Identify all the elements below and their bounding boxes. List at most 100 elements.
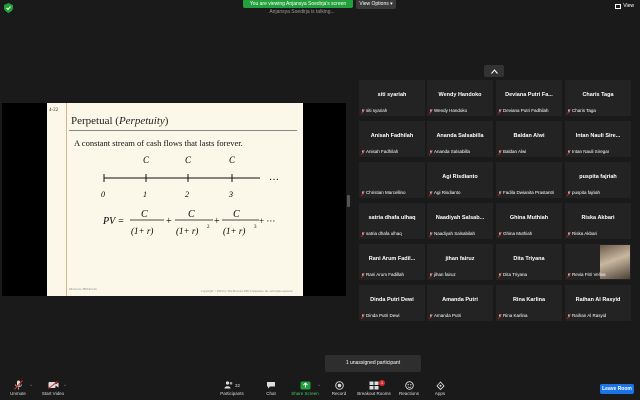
chevron-up-icon: [490, 68, 498, 74]
muted-mic-icon: [429, 190, 433, 196]
participant-tile[interactable]: Rina Karlina Rina Karlina: [496, 285, 562, 321]
participant-tile[interactable]: puspita fajriah puspita fajriah: [565, 162, 631, 198]
participant-tile[interactable]: Amanda Putri Amanda Putri: [427, 285, 493, 321]
chat-button[interactable]: Chat: [254, 380, 288, 400]
participant-tile[interactable]: Intan Nauli Sire... Intan Nauli Siregar: [565, 121, 631, 157]
participant-tile[interactable]: Ananda Salsabilla Ananda Salsabilla: [427, 121, 493, 157]
view-button[interactable]: View: [615, 3, 634, 9]
participant-tile[interactable]: Fadila Dwianita Prastantri: [496, 162, 562, 198]
gallery-grid-icon: [615, 3, 622, 9]
participant-name-label: Riska Akbari: [567, 231, 597, 237]
participant-display-name: Anisah Fadhilah: [370, 133, 414, 139]
security-shield-icon[interactable]: [4, 3, 13, 13]
formula-num-2: C: [188, 209, 195, 220]
unmute-label: Unmute: [10, 391, 26, 396]
gallery-page-up-button[interactable]: [484, 65, 504, 77]
timeline-ellipsis: …: [269, 172, 279, 183]
muted-mic-icon: [567, 272, 571, 278]
participant-tile[interactable]: Charis Taga Charis Taga: [565, 80, 631, 116]
timeline-tick-0: 0: [101, 190, 105, 199]
participant-tile[interactable]: Deviana Putri Fa... Deviana Putri Fadhila…: [496, 80, 562, 116]
participants-label: Participants: [220, 391, 244, 396]
apps-icon: [435, 380, 445, 390]
reactions-button[interactable]: Reactions: [392, 380, 426, 400]
participant-display-name: Wendy Handoko: [438, 92, 482, 98]
participant-tile[interactable]: satria dhafa ulhaq satria dhafa ulhaq: [359, 203, 425, 239]
muted-mic-icon: [361, 272, 365, 278]
participant-name-label: Wendy Handoko: [429, 108, 467, 114]
participant-tile[interactable]: Revia Fitri Velisa: [565, 244, 631, 280]
participant-name-label: Baldan Alwi: [498, 149, 526, 155]
muted-mic-icon: [361, 108, 365, 114]
record-icon: [334, 380, 344, 390]
participant-display-name: puspita fajriah: [579, 174, 617, 180]
zoom-meeting-window: { "top_bar": { "viewing_banner": "You ar…: [0, 0, 640, 400]
formula-exp-2: 2: [207, 225, 210, 230]
active-speaker-text: Anjansya Soedirja is talking...: [269, 9, 335, 15]
participant-tile[interactable]: Wendy Handoko Wendy Handoko: [427, 80, 493, 116]
reactions-label: Reactions: [398, 391, 419, 396]
participant-tile[interactable]: Rani Arum Fadil... Rani Arum Fadillah: [359, 244, 425, 280]
cash-flow-label-2: C: [185, 155, 192, 165]
share-screen-button[interactable]: Share Screen: [288, 380, 322, 400]
participants-button[interactable]: 32 Participants: [215, 380, 249, 400]
muted-mic-icon: [498, 231, 502, 237]
participant-display-name: Intan Nauli Sire...: [575, 133, 621, 139]
timeline-tick-3: 3: [228, 190, 233, 199]
unassigned-participant-notice[interactable]: 1 unassigned participant: [325, 355, 421, 372]
participant-display-name: Raihan Al Rasyid: [575, 297, 621, 303]
participant-tile[interactable]: Dita Triyana Dita Triyana: [496, 244, 562, 280]
participant-tile[interactable]: Agi Risdianto Agi Risdianto: [427, 162, 493, 198]
apps-button[interactable]: Apps: [423, 380, 457, 400]
record-button[interactable]: Record: [322, 380, 356, 400]
participant-display-name: satria dhafa ulhaq: [368, 215, 416, 221]
muted-mic-icon: [429, 272, 433, 278]
apps-label: Apps: [434, 391, 446, 396]
participant-tile[interactable]: Raihan Al Rasyid Raihan Al Rasyid: [565, 285, 631, 321]
participant-display-name: siti syariah: [377, 92, 407, 98]
participant-tile[interactable]: Naadiyah Salsab... Naadiyah Salsabilah: [427, 203, 493, 239]
participant-tile[interactable]: jihan fairuz jihan fairuz: [427, 244, 493, 280]
participant-display-name: Ananda Salsabilla: [436, 133, 484, 139]
muted-mic-icon: [498, 149, 502, 155]
breakout-rooms-button[interactable]: 1 Breakout Rooms: [357, 380, 391, 400]
participant-name-label: Raihan Al Rasyid: [567, 313, 606, 319]
participant-name-label: Deviana Putri Fadhilah: [498, 108, 549, 114]
view-options-button[interactable]: View Options ▾: [356, 0, 396, 9]
participant-label-text: Dinda Putri Dewi: [366, 313, 400, 318]
video-options-caret[interactable]: ^: [64, 383, 66, 388]
participant-tile[interactable]: Riska Akbari Riska Akbari: [565, 203, 631, 239]
start-video-label: Start Video: [41, 391, 65, 396]
participant-name-label: Rani Arum Fadillah: [361, 272, 404, 278]
participant-label-text: Intan Nauli Siregar: [572, 149, 610, 154]
participant-name-label: Fadila Dwianita Prastantri: [498, 190, 554, 196]
participant-display-name: Naadiyah Salsab...: [435, 215, 485, 221]
participant-display-name: Ghina Muthiah: [509, 215, 549, 221]
share-options-caret[interactable]: ^: [318, 383, 320, 388]
formula-plus-2: +: [214, 216, 220, 227]
participant-tile[interactable]: Christian Marcellino: [359, 162, 425, 198]
breakout-rooms-label: Breakout Rooms: [357, 391, 391, 396]
participant-tile[interactable]: siti syariah siti syariah: [359, 80, 425, 116]
formula-den-3: (1+ r): [223, 226, 245, 236]
reactions-icon: [404, 380, 414, 390]
split-view-handle[interactable]: [347, 195, 350, 207]
participant-name-label: jihan fairuz: [429, 272, 456, 278]
leave-room-button[interactable]: Leave Room: [600, 384, 634, 394]
muted-mic-icon: [429, 313, 433, 319]
participant-tile[interactable]: Anisah Fadhilah Anisah Fadhilah: [359, 121, 425, 157]
participant-tile[interactable]: Baldan Alwi Baldan Alwi: [496, 121, 562, 157]
participant-tile[interactable]: Ghina Muthiah Ghina Muthiah: [496, 203, 562, 239]
audio-options-caret[interactable]: ^: [30, 383, 32, 388]
participant-name-label: Charis Taga: [567, 108, 596, 114]
participant-tile[interactable]: Dinda Putri Dewi Dinda Putri Dewi: [359, 285, 425, 321]
participant-label-text: puspita fajriah: [572, 190, 601, 195]
slide-footer-copyright: Copyright © 2004 by The McGraw-Hill Comp…: [200, 289, 293, 293]
muted-mic-icon: [567, 190, 571, 196]
participant-display-name: jihan fairuz: [445, 256, 475, 262]
participant-display-name: Charis Taga: [582, 92, 614, 98]
muted-mic-icon: [567, 313, 571, 319]
participant-label-text: Dita Triyana: [503, 272, 528, 277]
meeting-toolbar: Unmute ^ Start Video ^ 32 Participants C…: [0, 378, 640, 400]
microphone-muted-icon: [13, 380, 23, 390]
